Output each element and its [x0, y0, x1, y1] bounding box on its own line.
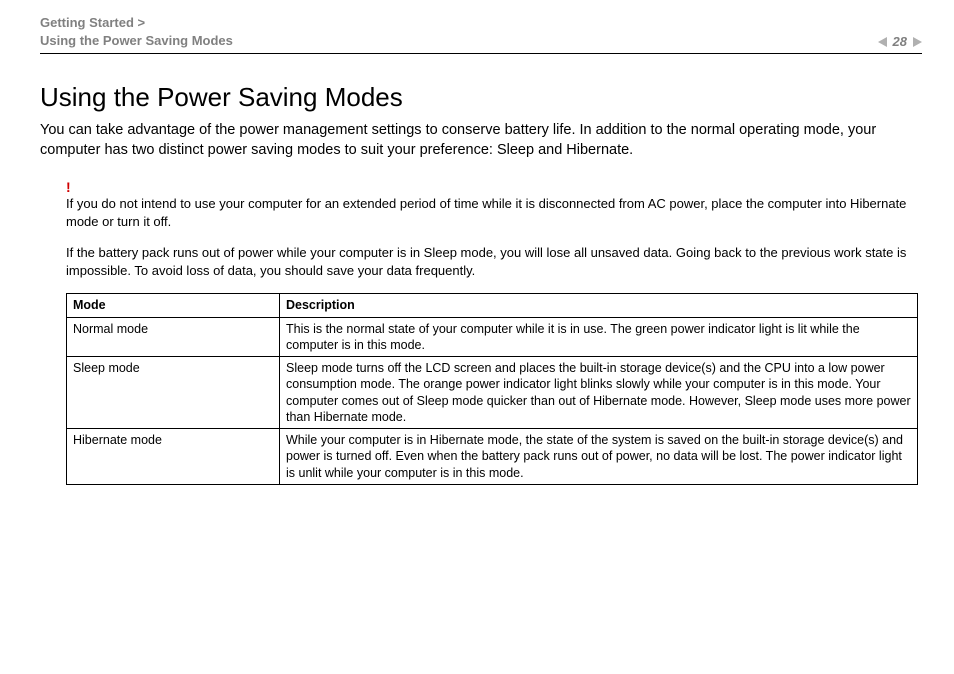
page-number: 28 [893, 34, 907, 49]
next-page-icon[interactable] [913, 37, 922, 47]
modes-table: Mode Description Normal mode This is the… [66, 293, 918, 485]
prev-page-icon[interactable] [878, 37, 887, 47]
breadcrumb: Getting Started > Using the Power Saving… [40, 14, 233, 49]
cell-description: Sleep mode turns off the LCD screen and … [280, 357, 918, 429]
cell-mode: Normal mode [67, 317, 280, 357]
intro-paragraph: You can take advantage of the power mana… [40, 121, 922, 160]
breadcrumb-line-2: Using the Power Saving Modes [40, 33, 233, 48]
page-navigator: 28 [878, 34, 922, 49]
table-row: Hibernate mode While your computer is in… [67, 429, 918, 485]
cell-mode: Hibernate mode [67, 429, 280, 485]
document-page: Getting Started > Using the Power Saving… [0, 0, 954, 674]
warning-block-2: If the battery pack runs out of power wh… [66, 244, 922, 279]
page-title: Using the Power Saving Modes [40, 82, 922, 113]
table-row: Normal mode This is the normal state of … [67, 317, 918, 357]
table-row: Sleep mode Sleep mode turns off the LCD … [67, 357, 918, 429]
warning-text-2: If the battery pack runs out of power wh… [66, 245, 906, 278]
cell-description: This is the normal state of your compute… [280, 317, 918, 357]
warning-icon: ! [66, 178, 922, 197]
header-description: Description [280, 294, 918, 317]
cell-description: While your computer is in Hibernate mode… [280, 429, 918, 485]
warning-text-1: If you do not intend to use your compute… [66, 196, 906, 229]
page-header: Getting Started > Using the Power Saving… [40, 14, 922, 54]
warning-block: ! If you do not intend to use your compu… [66, 178, 922, 230]
breadcrumb-line-1: Getting Started > [40, 15, 145, 30]
cell-mode: Sleep mode [67, 357, 280, 429]
header-mode: Mode [67, 294, 280, 317]
table-header-row: Mode Description [67, 294, 918, 317]
